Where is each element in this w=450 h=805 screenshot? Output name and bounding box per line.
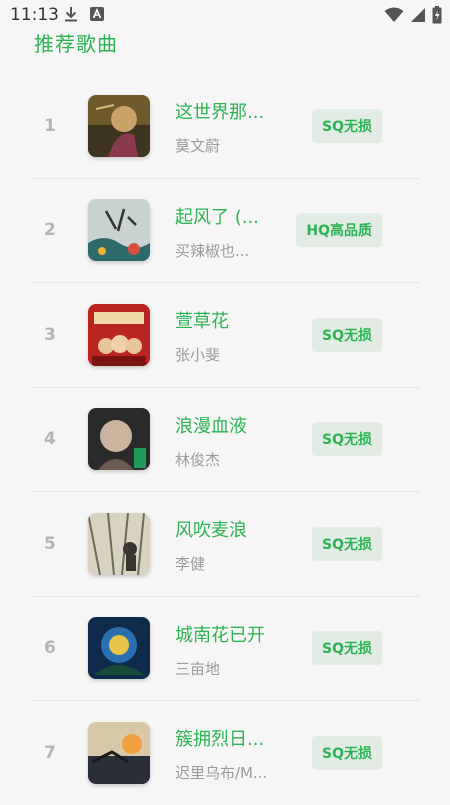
- song-row[interactable]: 7 簇拥烈日... 迟里乌布/M... SQ无损: [30, 701, 420, 805]
- song-title: 这世界那...: [175, 102, 265, 123]
- quality-badge: HQ高品质: [296, 213, 382, 248]
- song-title: 萱草花: [175, 311, 229, 332]
- status-right-icons: [384, 6, 442, 28]
- quality-badge: SQ无损: [312, 526, 382, 561]
- song-rank: 1: [44, 115, 56, 136]
- section-title: 推荐歌曲: [34, 32, 118, 56]
- song-title: 起风了 (...: [175, 206, 259, 228]
- album-cover: [88, 408, 150, 471]
- song-artist: 迟里乌布/M...: [175, 764, 268, 782]
- quality-badge: SQ无损: [312, 735, 382, 770]
- song-row[interactable]: 6 城南花已开 三亩地 SQ无损: [30, 597, 420, 701]
- song-rank: 7: [44, 742, 56, 763]
- song-row[interactable]: 4 浪漫血液 林俊杰 SQ无损: [30, 388, 420, 492]
- quality-badge: SQ无损: [312, 422, 382, 457]
- song-artist: 李健: [175, 555, 206, 573]
- song-rank: 2: [44, 220, 56, 241]
- song-title: 簇拥烈日...: [175, 729, 265, 750]
- song-title: 浪漫血液: [175, 415, 247, 437]
- album-cover: [88, 617, 150, 680]
- a-icon: [90, 7, 104, 21]
- song-artist: 莫文蔚: [175, 137, 221, 155]
- album-cover: [88, 721, 150, 784]
- song-row[interactable]: 5 风吹麦浪 李健 SQ无损: [30, 492, 420, 597]
- song-row[interactable]: 3 萱草花 张小斐 SQ无损: [30, 283, 420, 388]
- battery-icon: [432, 6, 442, 28]
- song-rank: 3: [44, 324, 56, 345]
- quality-badge: SQ无损: [312, 631, 382, 666]
- song-rank: 5: [44, 533, 56, 554]
- download-icon: [64, 6, 78, 22]
- album-cover: [88, 94, 150, 157]
- album-cover: [88, 512, 150, 575]
- song-row[interactable]: 1 这世界那... 莫文蔚 SQ无损: [30, 74, 420, 179]
- album-cover: [88, 199, 150, 262]
- quality-badge: SQ无损: [312, 108, 382, 143]
- song-rank: 4: [44, 429, 56, 450]
- song-artist: 张小斐: [175, 346, 221, 364]
- song-list: 1 这世界那... 莫文蔚 SQ无损 2 起风了 (... 买辣椒也... HQ…: [30, 74, 420, 805]
- song-rank: 6: [44, 638, 56, 659]
- song-artist: 三亩地: [175, 659, 221, 678]
- quality-badge: SQ无损: [312, 317, 382, 352]
- status-bar: 11:13: [0, 0, 450, 30]
- song-artist: 买辣椒也...: [175, 241, 250, 260]
- signal-icon: [410, 7, 426, 27]
- song-title: 城南花已开: [175, 624, 265, 646]
- song-artist: 林俊杰: [175, 450, 221, 469]
- status-time: 11:13: [10, 5, 59, 25]
- status-left-icons: [64, 6, 104, 22]
- song-title: 风吹麦浪: [175, 520, 247, 541]
- song-row[interactable]: 2 起风了 (... 买辣椒也... HQ高品质: [30, 179, 420, 283]
- wifi-icon: [384, 7, 404, 27]
- album-cover: [88, 303, 150, 366]
